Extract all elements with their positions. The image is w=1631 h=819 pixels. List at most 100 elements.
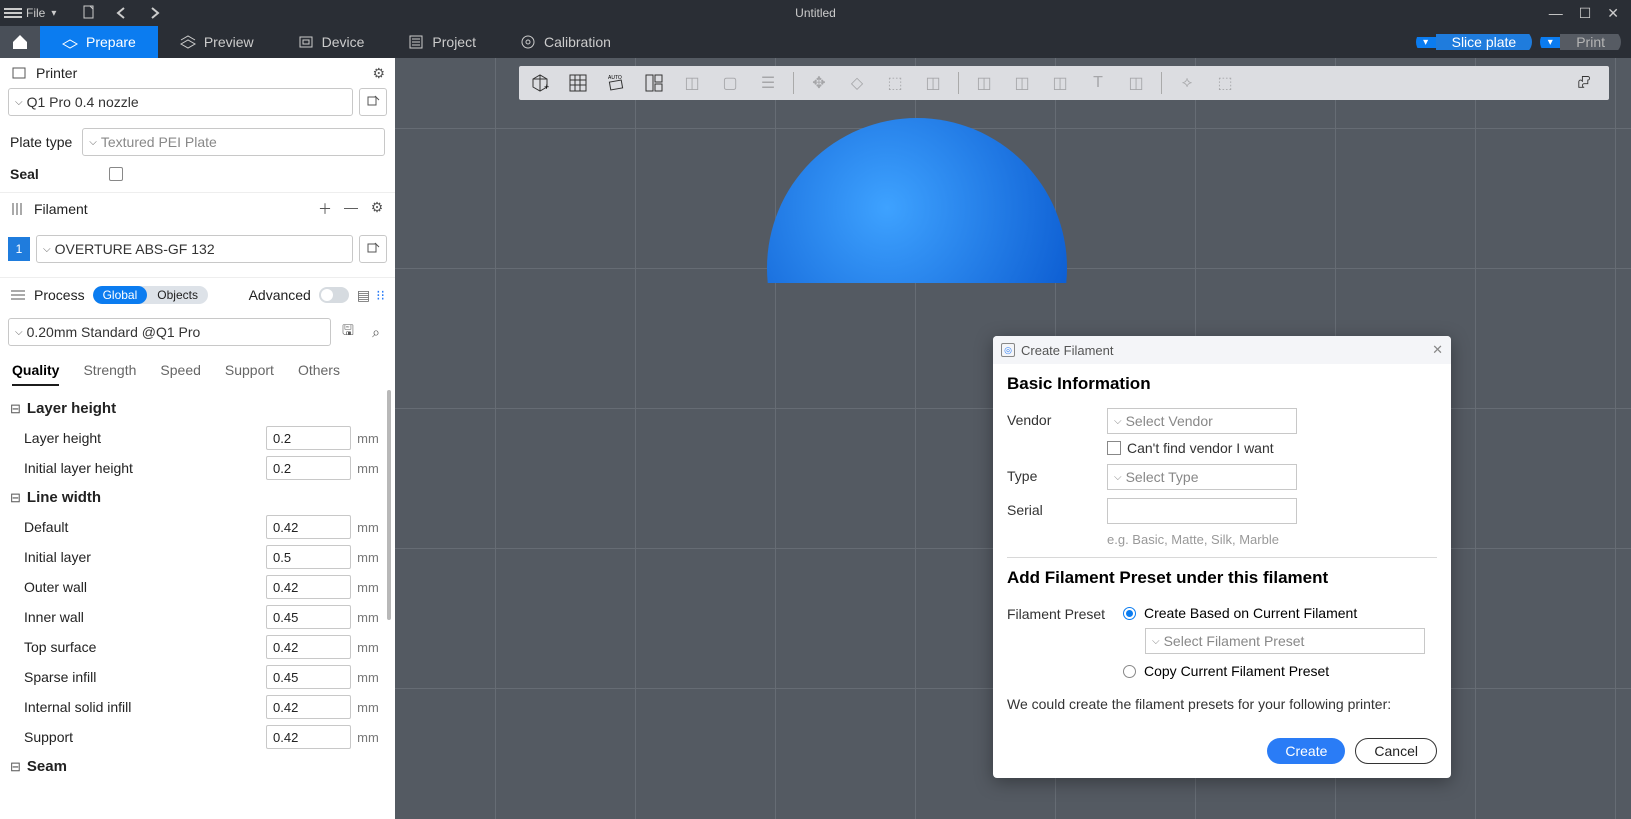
modal-close-button[interactable]: ✕: [1432, 342, 1443, 358]
toggle-objects[interactable]: Objects: [147, 286, 208, 304]
tab-strength[interactable]: Strength: [83, 362, 136, 386]
cut-tool-icon: ◫: [967, 69, 1001, 97]
param-row: Initial layer height0.2mm: [6, 453, 395, 483]
vendor-select[interactable]: ⌵Select Vendor: [1107, 408, 1297, 434]
compare-icon[interactable]: ▤: [357, 287, 370, 304]
param-input[interactable]: 0.45: [266, 605, 351, 629]
filament-edit-button[interactable]: [359, 235, 387, 263]
filament-preset-select[interactable]: ⌵Select Filament Preset: [1145, 628, 1425, 654]
scope-toggle[interactable]: Global Objects: [93, 286, 208, 304]
slice-dropdown-chevron[interactable]: ▾: [1416, 37, 1436, 48]
plate-type-value: Textured PEI Plate: [101, 134, 217, 150]
create-button[interactable]: Create: [1267, 738, 1345, 764]
tab-support[interactable]: Support: [225, 362, 274, 386]
minimize-button[interactable]: —: [1549, 5, 1563, 22]
tab-project[interactable]: Project: [386, 26, 498, 58]
file-menu-chevron[interactable]: ▾: [51, 8, 56, 19]
advanced-switch[interactable]: [319, 287, 349, 303]
tab-prepare[interactable]: Prepare: [40, 26, 158, 58]
redo-icon[interactable]: [144, 4, 164, 22]
close-button[interactable]: ✕: [1607, 5, 1619, 22]
home-button[interactable]: [0, 26, 40, 58]
print-dropdown-chevron[interactable]: ▾: [1540, 37, 1560, 48]
param-input[interactable]: 0.42: [266, 635, 351, 659]
undo-icon[interactable]: [112, 4, 132, 22]
seal-checkbox[interactable]: [109, 167, 123, 181]
type-select[interactable]: ⌵Select Type: [1107, 464, 1297, 490]
printer-settings-icon[interactable]: ⚙: [372, 65, 385, 82]
tab-preview[interactable]: Preview: [158, 26, 276, 58]
serial-label: Serial: [1007, 498, 1107, 518]
radio-create-label: Create Based on Current Filament: [1144, 605, 1357, 621]
param-unit: mm: [351, 461, 385, 476]
filament-select[interactable]: ⌵ OVERTURE ABS-GF 132: [36, 235, 353, 263]
param-input[interactable]: 0.45: [266, 665, 351, 689]
print-button[interactable]: ▾ Print: [1540, 29, 1621, 55]
param-input[interactable]: 0.2: [266, 426, 351, 450]
new-file-icon[interactable]: [80, 4, 100, 22]
cancel-button[interactable]: Cancel: [1355, 738, 1437, 764]
separator: [958, 72, 959, 94]
param-input[interactable]: 0.42: [266, 575, 351, 599]
toggle-global[interactable]: Global: [93, 286, 148, 304]
modal-titlebar[interactable]: ◎ Create Filament ✕: [993, 336, 1451, 364]
preview-icon: [180, 34, 196, 50]
printer-label: Printer: [36, 65, 77, 81]
plate-type-select[interactable]: ⌵ Textured PEI Plate: [82, 128, 385, 156]
param-input[interactable]: 0.5: [266, 545, 351, 569]
slice-plate-button[interactable]: ▾ Slice plate: [1416, 29, 1533, 55]
tab-speed[interactable]: Speed: [160, 362, 200, 386]
filament-add-button[interactable]: ＋: [317, 199, 333, 219]
search-preset-icon[interactable]: ⌕: [365, 318, 387, 346]
auto-orient-icon[interactable]: AUTO: [599, 69, 633, 97]
param-input[interactable]: 0.42: [266, 515, 351, 539]
save-preset-icon[interactable]: 🖫: [337, 318, 359, 346]
param-input[interactable]: 0.2: [266, 456, 351, 480]
cant-find-vendor-checkbox[interactable]: [1107, 441, 1121, 455]
tab-calibration[interactable]: Calibration: [498, 26, 633, 58]
printer-select[interactable]: ⌵ Q1 Pro 0.4 nozzle: [8, 88, 353, 116]
param-label: Default: [24, 519, 266, 535]
grid-tool-icon[interactable]: [561, 69, 595, 97]
filament-settings-icon[interactable]: ⚙: [369, 199, 385, 219]
menu-icon[interactable]: [4, 8, 22, 18]
filament-label: Filament: [34, 201, 88, 217]
param-label: Initial layer: [24, 549, 266, 565]
maximize-button[interactable]: ☐: [1579, 5, 1592, 22]
printer-icon: [10, 64, 28, 82]
add-cube-icon[interactable]: +: [523, 69, 557, 97]
printer-section-header: Printer ⚙: [0, 58, 395, 88]
radio-create-based[interactable]: [1123, 607, 1136, 620]
support-tool-icon: ◫: [1119, 69, 1153, 97]
file-menu[interactable]: File: [26, 6, 45, 20]
param-input[interactable]: 0.42: [266, 725, 351, 749]
group-line-width[interactable]: Line width: [6, 483, 395, 512]
process-preset-select[interactable]: ⌵ 0.20mm Standard @Q1 Pro: [8, 318, 331, 346]
settings-list-icon[interactable]: ⁝⁝: [376, 287, 385, 304]
arrange-icon[interactable]: [637, 69, 671, 97]
printer-edit-button[interactable]: [359, 88, 387, 116]
viewport[interactable]: + AUTO ◫ ▢ ☰ ✥ ◇ ⬚ ◫ ◫ ◫ ◫ T ◫ ⟡ ⬚ ◎: [395, 58, 1631, 819]
radio-copy-current[interactable]: [1123, 665, 1136, 678]
param-row: Initial layer0.5mm: [6, 542, 395, 572]
serial-input[interactable]: [1107, 498, 1297, 524]
filament-swatch-1[interactable]: 1: [8, 237, 30, 261]
filament-remove-button[interactable]: —: [343, 199, 359, 219]
param-unit: mm: [351, 730, 385, 745]
tab-quality[interactable]: Quality: [12, 362, 59, 386]
advanced-label: Advanced: [249, 287, 311, 303]
device-icon: [298, 34, 314, 50]
group-seam[interactable]: Seam: [6, 752, 395, 781]
tab-others[interactable]: Others: [298, 362, 340, 386]
tab-device-label: Device: [322, 34, 365, 50]
group-layer-height[interactable]: Layer height: [6, 394, 395, 423]
separator: [793, 72, 794, 94]
tab-device[interactable]: Device: [276, 26, 387, 58]
add-preset-heading: Add Filament Preset under this filament: [1007, 568, 1437, 588]
puzzle-tool-icon[interactable]: [1571, 69, 1605, 97]
print-label: Print: [1560, 34, 1621, 50]
params-panel[interactable]: Layer height Layer height0.2mm Initial l…: [0, 386, 395, 819]
param-unit: mm: [351, 670, 385, 685]
param-row: Sparse infill0.45mm: [6, 662, 395, 692]
param-input[interactable]: 0.42: [266, 695, 351, 719]
